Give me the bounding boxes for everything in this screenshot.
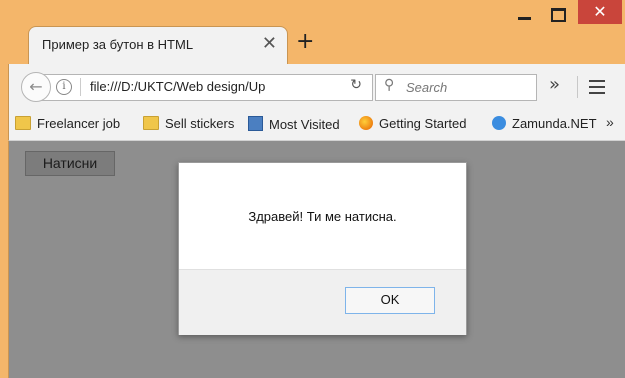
close-window-button[interactable]: ✕ (578, 0, 622, 24)
bookmarks-overflow-icon[interactable]: » (606, 114, 614, 130)
alert-message: Здравей! Ти ме натисна. (248, 209, 397, 224)
bookmark-label: Freelancer job (37, 116, 121, 131)
ok-button[interactable]: OK (345, 287, 435, 314)
bookmark-zamunda[interactable]: Zamunda.NET (492, 116, 597, 131)
url-bar[interactable]: i file:///D:/UKTC/Web design/Up ↻ (41, 74, 373, 101)
bookmark-getting-started[interactable]: Getting Started (359, 116, 466, 131)
maximize-button[interactable] (546, 4, 570, 24)
alert-dialog: Здравей! Ти ме натисна. OK (178, 162, 467, 335)
title-bar: Пример за бутон в HTML ✕ + ✕ (0, 0, 625, 65)
tab-title: Пример за бутон в HTML (42, 37, 194, 52)
zamunda-icon (492, 116, 506, 130)
minimize-button[interactable] (512, 4, 536, 24)
back-button[interactable]: ← (21, 72, 51, 102)
toolbar-separator (577, 76, 578, 98)
bookmark-freelancer-job[interactable]: Freelancer job (15, 116, 120, 131)
bookmark-label: Getting Started (379, 116, 467, 131)
navigation-toolbar: i file:///D:/UKTC/Web design/Up ↻ ← ⚲ Se… (8, 64, 625, 108)
bookmark-label: Sell stickers (165, 116, 235, 131)
tab-close-icon[interactable]: ✕ (262, 33, 277, 54)
bookmark-label: Zamunda.NET (512, 116, 597, 131)
most-visited-icon (248, 116, 263, 131)
new-tab-button[interactable]: + (296, 29, 314, 54)
search-placeholder: Search (406, 80, 448, 95)
url-text[interactable]: file:///D:/UKTC/Web design/Up (90, 79, 320, 94)
search-input[interactable]: ⚲ Search (375, 74, 537, 101)
browser-tab[interactable]: Пример за бутон в HTML ✕ (28, 26, 288, 65)
bookmark-most-visited[interactable]: Most Visited (248, 116, 340, 132)
folder-icon (15, 116, 31, 130)
press-button[interactable]: Натисни (25, 151, 115, 176)
toolbar-overflow-icon[interactable]: » (549, 74, 560, 95)
firefox-icon (359, 116, 373, 130)
hamburger-menu-icon[interactable] (589, 80, 605, 98)
info-icon[interactable]: i (56, 79, 72, 95)
bookmark-label: Most Visited (269, 117, 340, 132)
search-icon: ⚲ (384, 77, 395, 93)
reload-icon[interactable]: ↻ (350, 77, 362, 93)
dialog-footer: OK (179, 269, 466, 335)
bookmarks-bar: Freelancer job Sell stickers Most Visite… (8, 108, 625, 141)
url-separator (80, 78, 81, 96)
bookmark-sell-stickers[interactable]: Sell stickers (143, 116, 234, 131)
folder-icon (143, 116, 159, 130)
